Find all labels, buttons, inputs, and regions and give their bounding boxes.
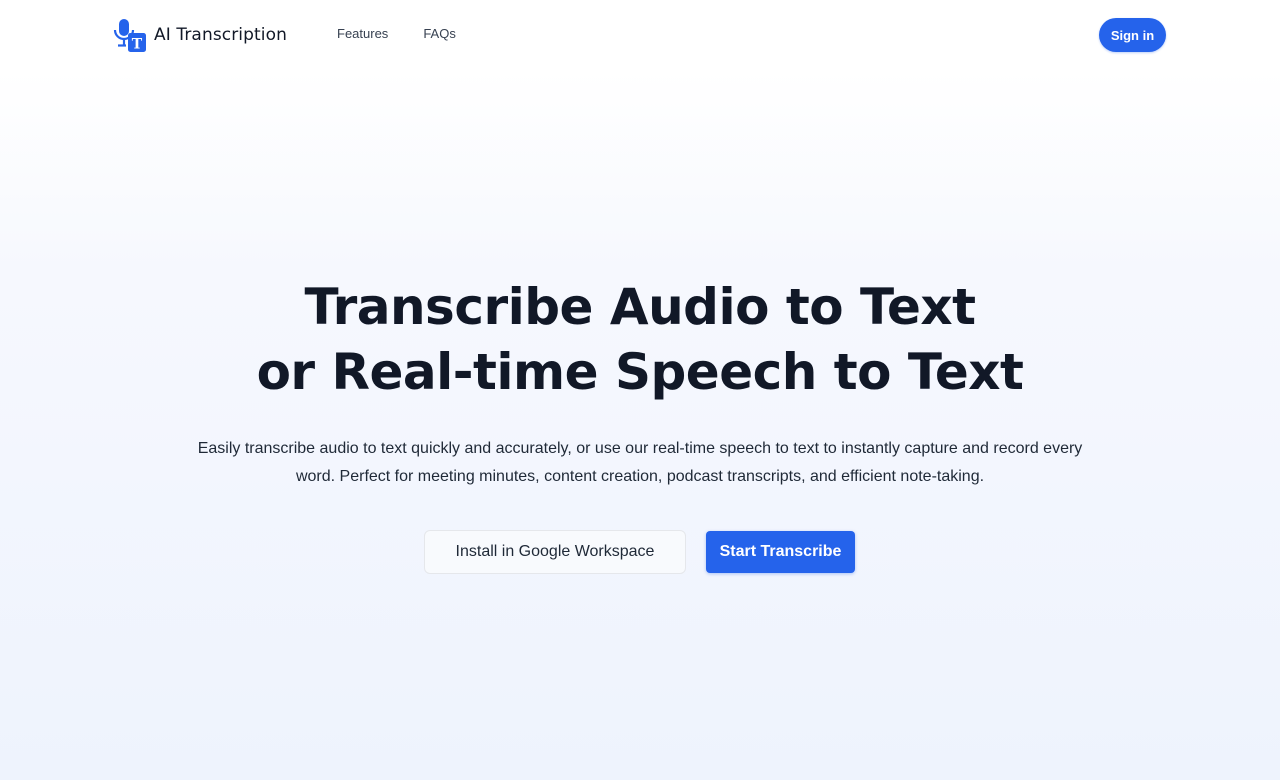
nav-link-faqs[interactable]: FAQs: [423, 26, 456, 41]
install-google-workspace-button[interactable]: Install in Google Workspace: [424, 530, 686, 574]
top-navbar: T AI Transcription Features FAQs Sign in: [0, 0, 1280, 70]
brand-name: AI Transcription: [154, 25, 287, 45]
sign-in-button[interactable]: Sign in: [1099, 18, 1166, 52]
hero-subtitle-line-2: word. Perfect for meeting minutes, conte…: [295, 468, 985, 485]
hero-section: Transcribe Audio to Text or Real-time Sp…: [0, 275, 1280, 405]
primary-nav: Features FAQs: [337, 26, 456, 41]
svg-text:T: T: [132, 37, 143, 53]
brand-link[interactable]: T AI Transcription: [113, 18, 287, 52]
start-transcribe-button[interactable]: Start Transcribe: [706, 531, 855, 573]
hero-title: Transcribe Audio to Text or Real-time Sp…: [0, 275, 1280, 405]
hero-subtitle: Easily transcribe audio to text quickly …: [0, 435, 1280, 491]
microphone-text-icon: T: [113, 19, 146, 53]
hero-title-line-1: Transcribe Audio to Text: [304, 278, 976, 336]
nav-link-features[interactable]: Features: [337, 26, 388, 41]
cta-row: Install in Google Workspace Start Transc…: [424, 530, 855, 574]
hero-subtitle-line-1: Easily transcribe audio to text quickly …: [197, 440, 1083, 457]
hero-title-line-2: or Real-time Speech to Text: [256, 343, 1024, 401]
